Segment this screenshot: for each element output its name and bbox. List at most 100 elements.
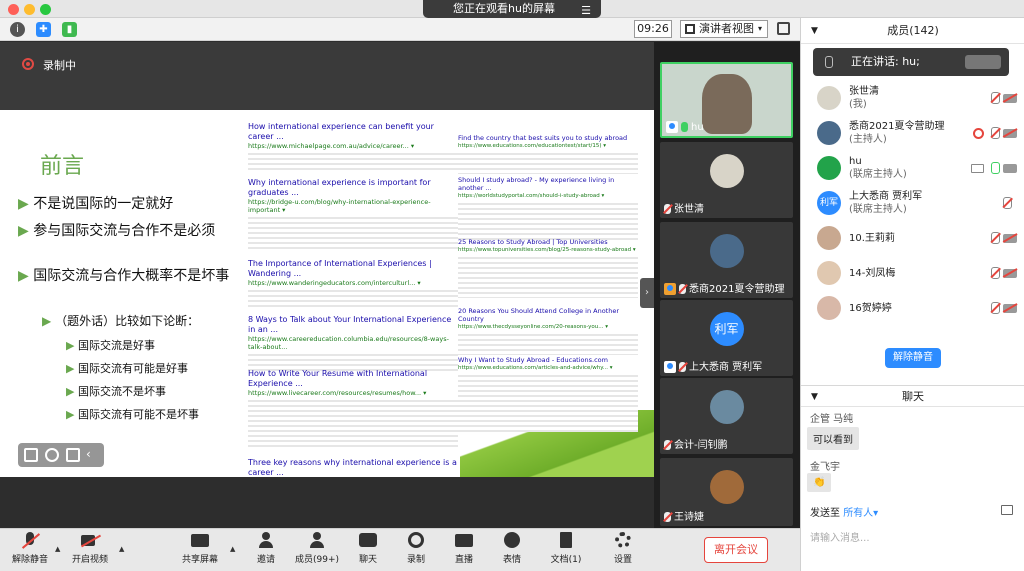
- send-to-selector[interactable]: 发送至 所有人▾: [810, 504, 878, 519]
- search-result-url: https://www.educations.com/educationtest…: [458, 143, 606, 149]
- participant-row[interactable]: 张世清 (我): [801, 82, 1024, 116]
- minimize-window-button[interactable]: [24, 4, 35, 15]
- more-icon[interactable]: [66, 448, 80, 462]
- slide-bullet: ▶ 国际交流与合作大概率不是坏事: [18, 268, 230, 284]
- search-result-url: https://www.livecareer.com/resources/res…: [248, 389, 427, 397]
- camera-off-icon[interactable]: [1003, 269, 1017, 278]
- mic-icon: [825, 56, 833, 68]
- mic-muted-icon[interactable]: [991, 92, 1000, 104]
- host-icon: [666, 121, 678, 133]
- participants-header: ▼ 成员(142): [801, 18, 1024, 44]
- video-options-caret[interactable]: ▲: [119, 545, 124, 553]
- emoji-icon[interactable]: [45, 448, 59, 462]
- documents-label: 文档(1): [550, 555, 582, 565]
- signal-strength-icon[interactable]: ▮: [62, 22, 77, 37]
- mic-muted-icon: [664, 512, 671, 522]
- avatar: [817, 121, 841, 145]
- viewing-screen-banner[interactable]: 您正在观看hu的屏幕 ☰: [423, 0, 601, 18]
- fullscreen-icon[interactable]: [777, 22, 790, 35]
- mic-muted-icon[interactable]: [991, 232, 1000, 244]
- camera-off-icon[interactable]: [1003, 94, 1017, 103]
- participant-row[interactable]: 悉商2021夏令营助理 (主持人): [801, 117, 1024, 151]
- share-options-caret[interactable]: ▲: [230, 545, 235, 553]
- speaking-indicator: 正在讲话: hu;: [813, 48, 1009, 76]
- maximize-window-button[interactable]: [40, 4, 51, 15]
- search-result-url: https://bridge-u.com/blog/why-internatio…: [248, 198, 431, 214]
- start-video-button[interactable]: 开启视频: [64, 531, 116, 565]
- start-video-label: 开启视频: [71, 555, 108, 565]
- send-to-label: 发送至: [810, 508, 840, 519]
- settings-label: 设置: [613, 555, 632, 565]
- slide-title: 前言: [40, 154, 85, 179]
- mic-muted-icon[interactable]: [1003, 197, 1012, 209]
- chat-sender: 企管 马纯: [810, 414, 854, 425]
- participant-row[interactable]: 16贺婷婷: [801, 292, 1024, 326]
- avatar: 利军: [817, 191, 841, 215]
- participant-row[interactable]: 14-刘凤梅: [801, 257, 1024, 291]
- record-button[interactable]: 录制: [390, 531, 442, 565]
- info-icon[interactable]: i: [10, 22, 25, 37]
- invite-button[interactable]: 邀请: [240, 531, 292, 565]
- camera-off-icon: [80, 532, 102, 550]
- video-tile[interactable]: 张世清: [660, 142, 793, 218]
- video-tile[interactable]: hu: [660, 62, 793, 138]
- search-result-title: Why I Want to Study Abroad - Educations.…: [458, 356, 608, 364]
- documents-button[interactable]: 文档(1): [540, 531, 592, 565]
- video-tile[interactable]: 会计-闫钊鹏: [660, 378, 793, 454]
- participant-status: [969, 302, 1017, 316]
- participant-row[interactable]: 利军 上大悉商 贾利军 (联席主持人): [801, 187, 1024, 221]
- video-tile[interactable]: 利军 上大悉商 贾利军: [660, 300, 793, 376]
- chat-title: 聊天: [902, 390, 924, 403]
- chevron-down-icon[interactable]: ▼: [811, 18, 818, 44]
- host-icon: [664, 361, 676, 373]
- search-result-url: https://www.wanderingeducators.com/inter…: [248, 279, 421, 287]
- reactions-button[interactable]: 表情: [486, 531, 538, 565]
- share-screen-button[interactable]: 共享屏幕: [174, 531, 226, 565]
- chat-button[interactable]: 聊天: [342, 531, 394, 565]
- chevron-down-icon[interactable]: ▼: [811, 386, 818, 408]
- send-to-target[interactable]: 所有人▾: [843, 508, 878, 519]
- unmute-self-button[interactable]: 解除静音: [885, 348, 941, 368]
- blurred-region: [965, 55, 1001, 69]
- participant-status: [969, 267, 1017, 281]
- share-screen-icon: [971, 164, 984, 173]
- grid-view-icon: [685, 24, 695, 34]
- chat-input[interactable]: 请输入消息...: [810, 529, 870, 544]
- live-button[interactable]: 直播: [438, 531, 490, 565]
- close-window-button[interactable]: [8, 4, 19, 15]
- file-icon[interactable]: [1001, 505, 1013, 515]
- leave-meeting-button[interactable]: 离开会议: [704, 537, 768, 563]
- grid-icon[interactable]: [24, 448, 38, 462]
- collapse-gallery-button[interactable]: ›: [640, 278, 654, 308]
- participant-status: [969, 232, 1017, 246]
- camera-icon[interactable]: [1003, 164, 1017, 173]
- reaction-icon: [502, 532, 522, 550]
- participants-button[interactable]: 成员(99+): [291, 531, 343, 565]
- camera-off-icon[interactable]: [1003, 304, 1017, 313]
- reactions-label: 表情: [502, 555, 521, 565]
- participant-row[interactable]: hu (联席主持人): [801, 152, 1024, 186]
- avatar: [817, 296, 841, 320]
- participant-row[interactable]: 10.王莉莉: [801, 222, 1024, 256]
- record-dot-icon: [22, 58, 34, 70]
- view-mode-dropdown[interactable]: 演讲者视图 ▾: [680, 20, 768, 38]
- camera-off-icon[interactable]: [1003, 234, 1017, 243]
- mic-muted-icon[interactable]: [991, 127, 1000, 139]
- security-shield-icon[interactable]: ✚: [36, 22, 51, 37]
- unmute-button[interactable]: 解除静音: [4, 531, 56, 565]
- tile-name: 上大悉商 贾利军: [664, 358, 762, 373]
- audio-options-caret[interactable]: ▲: [55, 545, 60, 553]
- recording-label: 录制中: [43, 59, 76, 72]
- mic-muted-icon[interactable]: [991, 267, 1000, 279]
- search-result: Find the country that best suits you to …: [458, 134, 638, 174]
- mic-icon[interactable]: [991, 162, 1000, 174]
- video-tile[interactable]: 悉商2021夏令营助理: [660, 222, 793, 298]
- camera-off-icon[interactable]: [1003, 129, 1017, 138]
- chevron-left-icon[interactable]: ‹: [86, 447, 91, 461]
- search-result: 25 Reasons to Study Abroad | Top Univers…: [458, 238, 638, 298]
- search-result: Three key reasons why international expe…: [248, 458, 478, 477]
- video-tile[interactable]: 王诗婕: [660, 458, 793, 526]
- avatar: [709, 470, 744, 504]
- mic-muted-icon[interactable]: [991, 302, 1000, 314]
- settings-button[interactable]: 设置: [597, 531, 649, 565]
